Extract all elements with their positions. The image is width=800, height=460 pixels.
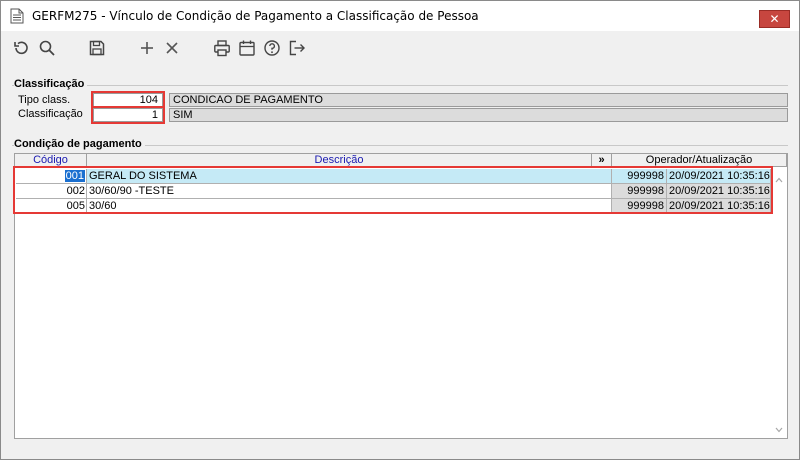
print-icon[interactable] (213, 39, 231, 57)
classificacao-label: Classificação (18, 108, 83, 120)
column-header-codigo[interactable]: Código (15, 154, 87, 167)
help-icon[interactable] (263, 39, 281, 57)
condicao-grid[interactable]: Código Descrição » Operador/Atualização … (14, 153, 788, 439)
exit-icon[interactable] (288, 39, 306, 57)
table-row[interactable]: 002 30/60/90 -TESTE 999998 20/09/2021 10… (16, 184, 771, 199)
row-code-cell[interactable]: 001 (16, 169, 87, 184)
row-operator: 999998 (612, 169, 667, 184)
condicao-group-label: Condição de pagamento (14, 138, 145, 150)
scroll-up-icon[interactable] (775, 176, 783, 184)
tipo-class-description: CONDICAO DE PAGAMENTO (169, 93, 788, 107)
save-icon[interactable] (88, 39, 106, 57)
tipo-class-input[interactable]: 104 (91, 91, 165, 109)
row-operator: 999998 (612, 184, 667, 199)
tipo-class-label: Tipo class. (18, 94, 71, 106)
classificacao-group-label: Classificação (14, 78, 88, 90)
row-code[interactable]: 002 (16, 184, 87, 199)
classificacao-input[interactable]: 1 (91, 106, 165, 124)
table-row[interactable]: 001 GERAL DO SISTEMA 999998 20/09/2021 1… (16, 169, 771, 184)
search-icon[interactable] (38, 39, 56, 57)
toolbar (1, 31, 799, 67)
table-row[interactable]: 005 30/60 999998 20/09/2021 10:35:16 (16, 199, 771, 214)
row-description[interactable]: 30/60/90 -TESTE (87, 184, 612, 199)
classificacao-group: Classificação (12, 78, 788, 129)
vertical-scrollbar[interactable] (771, 168, 787, 438)
scroll-down-icon[interactable] (775, 426, 783, 434)
add-icon[interactable] (138, 39, 156, 57)
row-datetime: 20/09/2021 10:35:16 (667, 184, 771, 199)
refresh-icon[interactable] (12, 39, 30, 57)
row-datetime: 20/09/2021 10:35:16 (667, 199, 771, 214)
classificacao-description: SIM (169, 108, 788, 122)
row-description[interactable]: 30/60 (87, 199, 612, 214)
main-window: GERFM275 - Vínculo de Condição de Pagame… (0, 0, 800, 460)
column-header-descricao[interactable]: Descrição (87, 154, 592, 167)
close-button[interactable]: ✕ (759, 10, 790, 28)
row-code[interactable]: 005 (16, 199, 87, 214)
row-operator: 999998 (612, 199, 667, 214)
row-datetime: 20/09/2021 10:35:16 (667, 169, 771, 184)
delete-icon[interactable] (163, 39, 181, 57)
row-description[interactable]: GERAL DO SISTEMA (87, 169, 612, 184)
document-icon (10, 8, 24, 24)
column-expand-button[interactable]: » (592, 154, 612, 167)
calendar-icon[interactable] (238, 39, 256, 57)
window-title: GERFM275 - Vínculo de Condição de Pagame… (32, 9, 479, 23)
title-bar: GERFM275 - Vínculo de Condição de Pagame… (1, 1, 799, 31)
row-code[interactable]: 001 (64, 170, 85, 182)
column-header-operador[interactable]: Operador/Atualização (612, 154, 787, 167)
